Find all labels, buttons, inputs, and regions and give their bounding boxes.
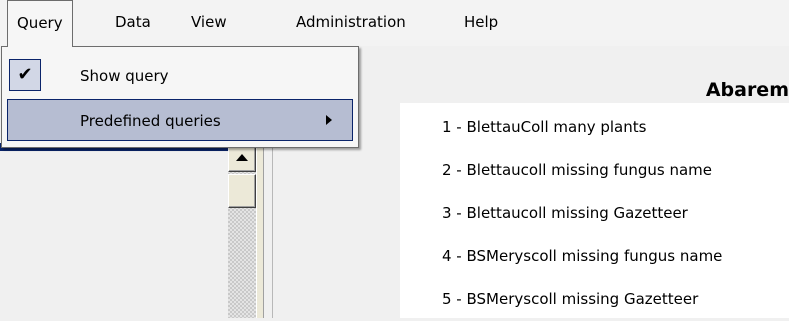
menu-item-show-query[interactable]: ✔ Show query (7, 55, 353, 97)
vertical-scrollbar[interactable] (228, 143, 256, 318)
panel-title: Abarem (705, 79, 789, 101)
chevron-right-icon (326, 115, 332, 125)
checkmark-icon: ✔ (9, 59, 41, 91)
menu-item-predefined-queries[interactable]: Predefined queries (7, 99, 353, 141)
menu-item-label: Show query (80, 67, 169, 85)
query-item-2[interactable]: 2 - Blettaucoll missing fungus name (400, 149, 789, 192)
query-item-4[interactable]: 4 - BSMeryscoll missing fungus name (400, 235, 789, 278)
arrow-up-icon (236, 154, 248, 161)
query-item-3[interactable]: 3 - Blettaucoll missing Gazetteer (400, 192, 789, 235)
query-item-1[interactable]: 1 - BlettauColl many plants (400, 106, 789, 149)
menu-bar: Query Data View Administration Help (0, 0, 789, 47)
query-item-5[interactable]: 5 - BSMeryscoll missing Gazetteer (400, 278, 789, 321)
menu-view[interactable]: View (182, 0, 236, 44)
menu-help[interactable]: Help (455, 0, 507, 44)
menu-administration[interactable]: Administration (287, 0, 415, 44)
menu-query[interactable]: Query (7, 0, 73, 47)
query-dropdown-menu: ✔ Show query Predefined queries (1, 46, 359, 148)
predefined-queries-submenu: 1 - BlettauColl many plants 2 - Blettauc… (400, 103, 789, 318)
menu-item-label: Predefined queries (80, 112, 221, 130)
menu-data[interactable]: Data (106, 0, 160, 44)
scroll-thumb[interactable] (228, 174, 256, 208)
